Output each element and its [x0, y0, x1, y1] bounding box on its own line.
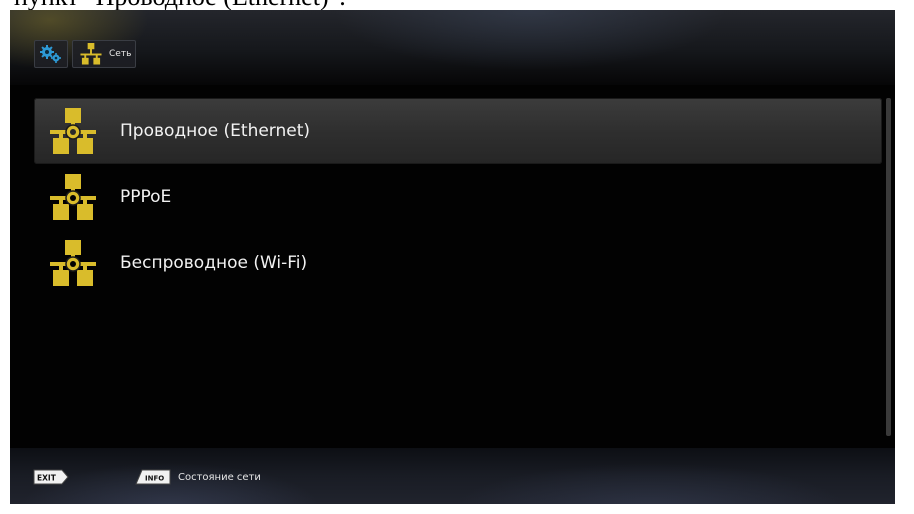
- header-bar: Сеть: [10, 10, 895, 85]
- svg-text:EXIT: EXIT: [37, 474, 57, 483]
- network-icon: [50, 174, 96, 220]
- svg-text:INFO: INFO: [145, 475, 164, 483]
- breadcrumb-network-label: Сеть: [109, 49, 132, 59]
- footer-bar: EXIT INFO Состояние сети: [10, 448, 895, 504]
- caption-text: пункт "Проводное (Ethernet)".: [14, 0, 346, 10]
- gears-icon: [40, 45, 61, 63]
- network-icon: [50, 240, 96, 286]
- menu-item-label: PPPoE: [120, 187, 172, 207]
- menu-item-label: Проводное (Ethernet): [120, 121, 311, 141]
- menu-item-ethernet[interactable]: Проводное (Ethernet): [34, 98, 882, 164]
- info-key-icon: INFO: [135, 469, 171, 485]
- scrollbar[interactable]: [886, 98, 891, 436]
- network-status-label: Состояние сети: [178, 471, 261, 483]
- network-icon: [50, 108, 96, 154]
- tv-screen: Сеть Проводное (Ethernet) PPPoE Беспрово…: [10, 10, 895, 504]
- breadcrumb-network[interactable]: Сеть: [72, 40, 137, 68]
- network-menu: Проводное (Ethernet) PPPoE Беспроводное …: [34, 98, 882, 296]
- network-icon: [80, 43, 102, 65]
- exit-hint[interactable]: EXIT: [32, 466, 70, 488]
- menu-item-wifi[interactable]: Беспроводное (Wi-Fi): [34, 230, 882, 296]
- breadcrumb: Сеть: [34, 40, 140, 68]
- breadcrumb-settings[interactable]: [34, 40, 68, 68]
- menu-item-label: Беспроводное (Wi-Fi): [120, 253, 308, 273]
- menu-item-pppoe[interactable]: PPPoE: [34, 164, 882, 230]
- info-hint[interactable]: INFO Состояние сети: [134, 466, 261, 488]
- exit-key-icon: EXIT: [33, 469, 69, 485]
- caption-strip: пункт "Проводное (Ethernet)".: [0, 0, 914, 10]
